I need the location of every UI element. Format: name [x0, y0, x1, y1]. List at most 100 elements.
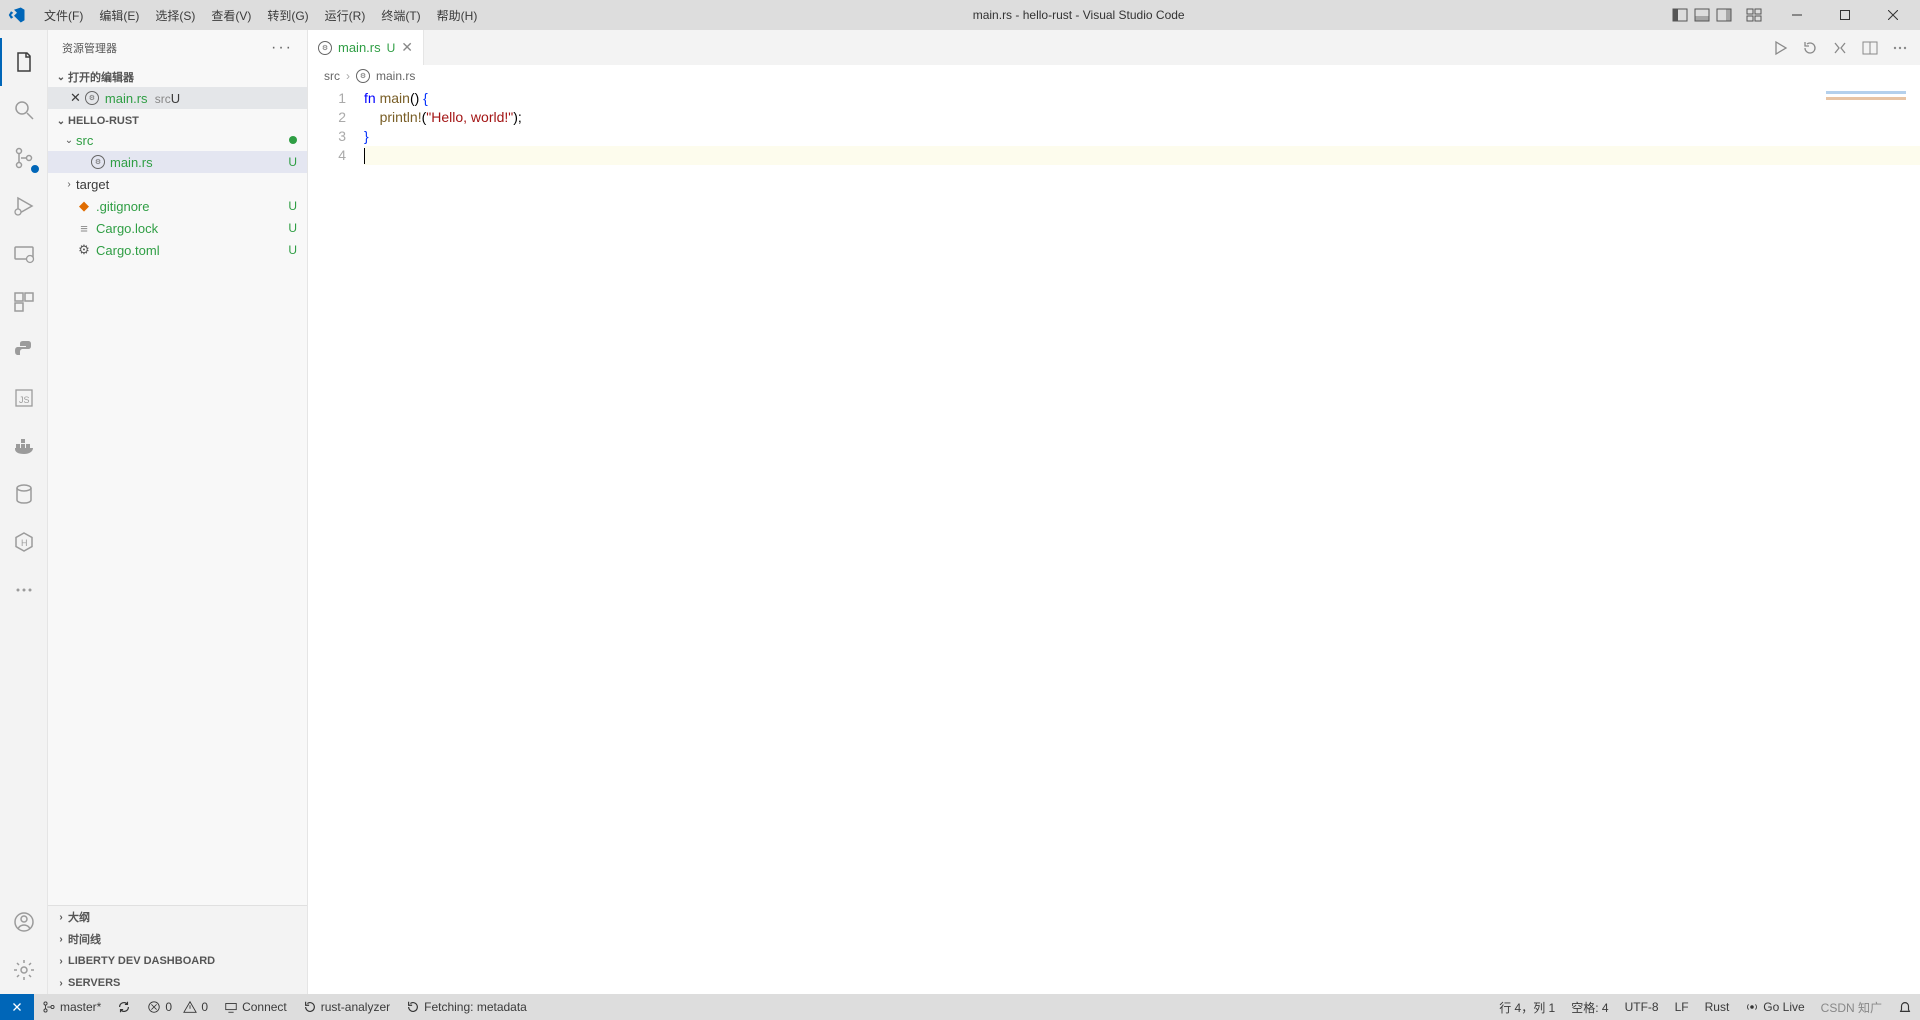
- python-activity[interactable]: [0, 326, 48, 374]
- item-label: target: [76, 177, 297, 192]
- chevron-right-icon: ›: [54, 978, 68, 989]
- close-button[interactable]: [1870, 0, 1916, 30]
- menu-help[interactable]: 帮助(H): [429, 7, 486, 24]
- chevron-right-icon: ›: [54, 934, 68, 945]
- diff-icon[interactable]: [1832, 40, 1848, 56]
- explorer-activity[interactable]: [0, 38, 48, 86]
- code-line[interactable]: }: [364, 127, 1920, 146]
- project-section[interactable]: ⌄ HELLO-RUST: [48, 113, 307, 129]
- settings-activity[interactable]: [0, 946, 48, 994]
- layout-panel-icon[interactable]: [1694, 7, 1710, 23]
- close-icon[interactable]: ✕: [70, 90, 81, 106]
- panel-liberty[interactable]: ›LIBERTY DEV DASHBOARD: [48, 950, 307, 972]
- accounts-activity[interactable]: [0, 898, 48, 946]
- git-status-badge: U: [288, 243, 297, 257]
- minimap[interactable]: [1826, 91, 1906, 101]
- menu-file[interactable]: 文件(F): [36, 7, 91, 24]
- fetching-status[interactable]: Fetching: metadata: [398, 994, 535, 1020]
- remote-indicator[interactable]: [0, 994, 34, 1020]
- rust-icon: ⚙: [85, 91, 99, 105]
- open-editor-item[interactable]: ✕ ⚙ main.rs src U: [48, 87, 307, 109]
- code-line[interactable]: fn main() {: [364, 89, 1920, 108]
- file-item[interactable]: ⚙Cargo.tomlU: [48, 239, 307, 261]
- tab-main-rs[interactable]: ⚙ main.rs U ✕: [308, 30, 424, 65]
- code-line[interactable]: println!("Hello, world!");: [364, 108, 1920, 127]
- git-status-badge: U: [288, 199, 297, 213]
- layout-controls: [1672, 7, 1762, 23]
- menu-view[interactable]: 查看(V): [203, 7, 259, 24]
- folder-item[interactable]: ›target: [48, 173, 307, 195]
- file-item[interactable]: ≡Cargo.lockU: [48, 217, 307, 239]
- chevron-down-icon: ⌄: [62, 135, 76, 146]
- run-icon[interactable]: [1772, 40, 1788, 56]
- more-icon[interactable]: [1892, 40, 1908, 56]
- menu-edit[interactable]: 编辑(E): [91, 7, 147, 24]
- folder-item[interactable]: ⌄src: [48, 129, 307, 151]
- panel-servers[interactable]: ›SERVERS: [48, 972, 307, 994]
- hex-activity[interactable]: H: [0, 518, 48, 566]
- chevron-down-icon: ⌄: [54, 72, 68, 83]
- sidebar: 资源管理器 ··· ⌄ 打开的编辑器 ✕ ⚙ main.rs src U ⌄ H…: [48, 30, 308, 994]
- minimize-button[interactable]: [1774, 0, 1820, 30]
- sidebar-more-icon[interactable]: ···: [271, 39, 293, 57]
- more-activity[interactable]: [0, 566, 48, 614]
- chevron-right-icon: ›: [346, 69, 350, 83]
- chevron-right-icon: ›: [62, 179, 76, 190]
- problems[interactable]: 0 0: [139, 994, 216, 1020]
- maximize-button[interactable]: [1822, 0, 1868, 30]
- editor-tabs: ⚙ main.rs U ✕: [308, 30, 1920, 65]
- notifications-icon[interactable]: [1890, 994, 1920, 1020]
- breadcrumb[interactable]: src › ⚙ main.rs: [308, 65, 1920, 87]
- docker-activity[interactable]: [0, 422, 48, 470]
- svg-text:H: H: [21, 538, 28, 548]
- customize-layout-icon[interactable]: [1746, 7, 1762, 23]
- menu-go[interactable]: 转到(G): [259, 7, 316, 24]
- rust-analyzer-status[interactable]: rust-analyzer: [295, 994, 398, 1020]
- sync-button[interactable]: [109, 994, 139, 1020]
- split-icon[interactable]: [1862, 40, 1878, 56]
- window-title: main.rs - hello-rust - Visual Studio Cod…: [485, 8, 1672, 22]
- layout-sidebar-right-icon[interactable]: [1716, 7, 1732, 23]
- item-label: .gitignore: [96, 199, 280, 214]
- open-editors-label: 打开的编辑器: [68, 69, 134, 85]
- code-line[interactable]: [364, 146, 1920, 165]
- source-control-activity[interactable]: [0, 134, 48, 182]
- item-label: src: [76, 133, 289, 148]
- connect-button[interactable]: Connect: [216, 994, 295, 1020]
- encoding[interactable]: UTF-8: [1617, 994, 1667, 1020]
- run-debug-activity[interactable]: [0, 182, 48, 230]
- close-icon[interactable]: ✕: [401, 39, 413, 56]
- breadcrumb-part[interactable]: src: [324, 69, 340, 83]
- js-activity[interactable]: JS: [0, 374, 48, 422]
- eol[interactable]: LF: [1667, 994, 1697, 1020]
- menu-selection[interactable]: 选择(S): [147, 7, 203, 24]
- layout-sidebar-left-icon[interactable]: [1672, 7, 1688, 23]
- git-status-badge: U: [171, 91, 180, 106]
- file-item[interactable]: ⚙main.rsU: [48, 151, 307, 173]
- titlebar: 文件(F) 编辑(E) 选择(S) 查看(V) 转到(G) 运行(R) 终端(T…: [0, 0, 1920, 30]
- cursor-position[interactable]: 行 4，列 1: [1491, 994, 1563, 1020]
- item-label: Cargo.toml: [96, 243, 280, 258]
- database-activity[interactable]: [0, 470, 48, 518]
- file-item[interactable]: ◆.gitignoreU: [48, 195, 307, 217]
- editor-area: ⚙ main.rs U ✕ src › ⚙ main.rs 1234 fn ma…: [308, 30, 1920, 994]
- breadcrumb-part[interactable]: main.rs: [376, 69, 415, 83]
- panel-label: LIBERTY DEV DASHBOARD: [68, 955, 215, 967]
- open-editors-section[interactable]: ⌄ 打开的编辑器: [48, 67, 307, 87]
- git-branch[interactable]: master*: [34, 994, 109, 1020]
- language-mode[interactable]: Rust: [1697, 994, 1738, 1020]
- panel-timeline[interactable]: ›时间线: [48, 928, 307, 950]
- rerun-icon[interactable]: [1802, 40, 1818, 56]
- indentation[interactable]: 空格: 4: [1563, 994, 1616, 1020]
- extensions-activity[interactable]: [0, 278, 48, 326]
- modified-dot: [289, 136, 297, 144]
- code-body[interactable]: fn main() { println!("Hello, world!");}: [364, 87, 1920, 994]
- panel-outline[interactable]: ›大纲: [48, 906, 307, 928]
- go-live[interactable]: Go Live: [1737, 994, 1812, 1020]
- code-editor[interactable]: 1234 fn main() { println!("Hello, world!…: [308, 87, 1920, 994]
- menu-terminal[interactable]: 终端(T): [373, 7, 428, 24]
- search-activity[interactable]: [0, 86, 48, 134]
- remote-explorer-activity[interactable]: [0, 230, 48, 278]
- menu-run[interactable]: 运行(R): [317, 7, 374, 24]
- file-tree: ⌄src⚙main.rsU›target◆.gitignoreU≡Cargo.l…: [48, 129, 307, 261]
